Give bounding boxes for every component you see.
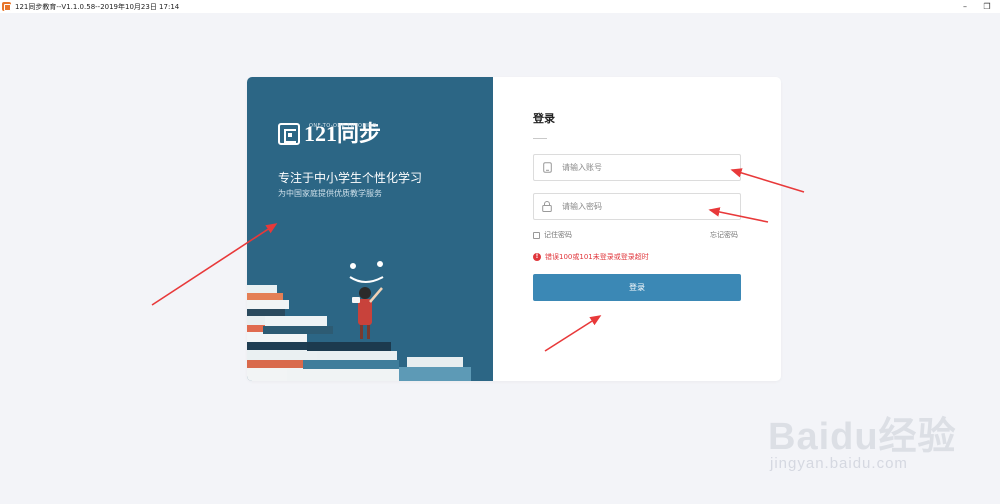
login-form-panel: 登录 记住密码 忘记密码 ! 错误100或101未登录或登录超时 登录 [493, 77, 781, 381]
book-stack-right [399, 357, 471, 381]
account-input[interactable] [562, 163, 732, 172]
girl-figure [352, 287, 383, 339]
window-titlebar: 121同步教育--V1.1.0.58--2019年10月23日 17:14 – … [0, 0, 1000, 13]
lock-icon [541, 201, 553, 213]
window-title: 121同步教育--V1.1.0.58--2019年10月23日 17:14 [15, 2, 180, 11]
brand-logo-subtitle: ONE-TO-ONE TUTORING [309, 123, 377, 129]
login-card: 121同步 ONE-TO-ONE TUTORING 专注于中小学生个性化学习 为… [247, 77, 781, 381]
brand-slogan: 专注于中小学生个性化学习 [278, 171, 423, 185]
maximize-button[interactable]: ❐ [978, 0, 996, 13]
app-logo-icon [2, 2, 11, 11]
baidu-watermark: Baidu经验 jingyan.baidu.com [768, 395, 978, 485]
error-message-text: 错误100或101未登录或登录超时 [545, 253, 649, 261]
title-underline [533, 138, 547, 139]
forgot-password-link[interactable]: 忘记密码 [710, 230, 738, 240]
login-title: 登录 [533, 112, 555, 125]
brand-slogan-sub: 为中国家庭提供优质教学服务 [278, 189, 382, 198]
remember-password-label: 记住密码 [544, 231, 572, 239]
remember-password-checkbox[interactable] [533, 231, 540, 239]
password-field[interactable] [533, 193, 741, 220]
remember-password[interactable]: 记住密码 [533, 230, 572, 240]
brand-logo-icon [278, 123, 300, 145]
smiley-doodle [349, 261, 384, 283]
books-girl-illustration [247, 261, 471, 381]
phone-icon [541, 162, 553, 174]
error-icon: ! [533, 253, 541, 261]
login-button[interactable]: 登录 [533, 274, 741, 301]
password-input[interactable] [562, 202, 732, 211]
account-field[interactable] [533, 154, 741, 181]
minimize-button[interactable]: – [956, 0, 974, 13]
error-message: ! 错误100或101未登录或登录超时 [533, 252, 649, 262]
brand-panel: 121同步 ONE-TO-ONE TUTORING 专注于中小学生个性化学习 为… [247, 77, 493, 381]
watermark-url: jingyan.baidu.com [770, 455, 908, 472]
watermark-brand: Baidu经验 [768, 416, 957, 458]
